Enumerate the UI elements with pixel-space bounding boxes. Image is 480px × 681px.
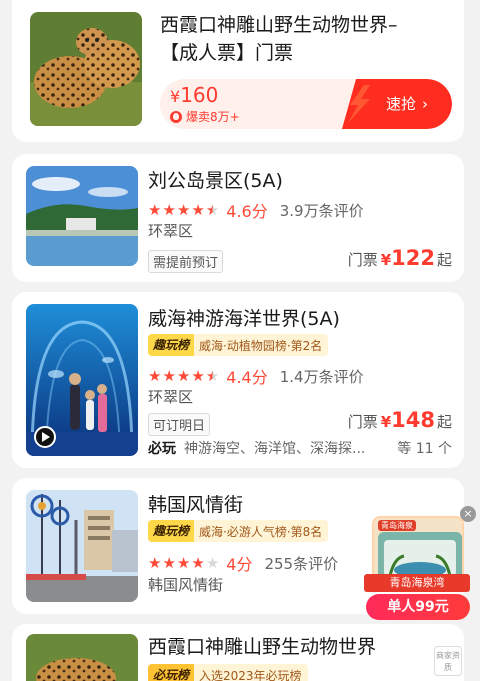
- rating-score: 4.6分: [226, 202, 268, 221]
- liugong-island-thumbnail: [26, 166, 138, 266]
- rank-text: 威海·动植物园榜·第2名: [199, 338, 323, 353]
- ad-name-banner: 青岛海泉湾: [364, 574, 470, 592]
- rank-badge[interactable]: 趣玩榜 威海·必游人气榜·第8名: [148, 520, 329, 542]
- listing-card[interactable]: 威海神游海洋世界(5A) 趣玩榜 威海·动植物园榜·第2名 ★ ★ ★ ★ ★ 4.4分…: [12, 292, 464, 468]
- star-half-icon: ★: [205, 366, 220, 385]
- leopard-thumbnail: [30, 12, 142, 126]
- buy-bar[interactable]: ¥160 爆卖8万+ 速抢 ›: [160, 79, 452, 129]
- rank-text: 入选2023年必玩榜: [199, 668, 302, 681]
- korean-street-thumbnail: [26, 490, 138, 602]
- sold-text: 爆卖8万+: [186, 110, 240, 124]
- district: 韩国风情街: [148, 576, 224, 594]
- star-icon: ★: [148, 200, 162, 219]
- rank-badge[interactable]: 趣玩榜 威海·动植物园榜·第2名: [148, 334, 329, 356]
- featured-title-line1: 西霞口神雕山野生动物世界–: [160, 14, 398, 36]
- star-half-icon: ★: [205, 200, 220, 219]
- rating-score: 4.4分: [226, 368, 268, 387]
- featured-ticket-card[interactable]: 西霞口神雕山野生动物世界– 【成人票】门票 ¥160 爆卖8万+ 速抢 ›: [12, 0, 464, 142]
- price-block: ¥160: [170, 83, 218, 107]
- rush-buy-label: 速抢: [385, 95, 416, 113]
- rush-buy-button[interactable]: 速抢 ›: [386, 93, 428, 114]
- review-count: 255条评价: [264, 554, 339, 573]
- listing-title[interactable]: 韩国风情街: [148, 490, 243, 517]
- ocean-world-thumbnail[interactable]: [26, 304, 138, 456]
- fire-icon: [170, 110, 182, 123]
- star-empty-icon: ★: [205, 553, 220, 572]
- price-currency: ¥: [170, 87, 181, 106]
- price-suffix: 起: [436, 413, 452, 431]
- price-label: 门票: [347, 251, 378, 269]
- price-value: 148: [391, 408, 435, 432]
- price-line: 门票 ¥ 148 起: [348, 408, 452, 432]
- rank-badge-label: 趣玩榜: [148, 334, 195, 356]
- booking-tag: 需提前预订: [148, 250, 224, 273]
- price-currency: ¥: [380, 413, 392, 431]
- play-video-icon[interactable]: [34, 426, 56, 448]
- listing-title[interactable]: 西霞口神雕山野生动物世界: [148, 632, 376, 659]
- price-label: 门票: [347, 413, 378, 431]
- listing-card[interactable]: 刘公岛景区(5A) ★ ★ ★ ★ ★ 4.6分 3.9万条评价 环翠区 需提前预订 门…: [12, 154, 464, 282]
- listing-title[interactable]: 刘公岛景区(5A): [148, 166, 283, 193]
- review-count: 3.9万条评价: [279, 201, 364, 220]
- rank-badge-label: 必玩榜: [148, 664, 195, 681]
- district: 环翠区: [148, 388, 194, 406]
- merchant-qualification-button[interactable]: 商家资质: [434, 646, 462, 676]
- star-icon: ★: [191, 366, 205, 385]
- must-play-items: 神游海空、海洋馆、深海探...: [184, 441, 366, 457]
- chevron-right-icon: ›: [422, 94, 428, 113]
- must-play-row[interactable]: 必玩 神游海空、海洋馆、深海探... 等 11 个: [148, 438, 452, 458]
- rank-badge[interactable]: 必玩榜 入选2023年必玩榜: [148, 664, 308, 681]
- leopard-thumbnail: [26, 634, 138, 681]
- rank-badge-label: 趣玩榜: [148, 520, 195, 542]
- ad-offer-button[interactable]: 单人99元: [366, 594, 470, 620]
- star-icon: ★: [176, 366, 191, 385]
- sold-count: 爆卖8万+: [170, 108, 240, 125]
- rank-text: 威海·必游人气榜·第8名: [199, 524, 323, 539]
- listing-title[interactable]: 威海神游海洋世界(5A): [148, 304, 340, 331]
- listing-card[interactable]: 西霞口神雕山野生动物世界 必玩榜 入选2023年必玩榜: [12, 624, 464, 681]
- rating-stars: ★ ★ ★ ★ ★ 4.6分 3.9万条评价: [148, 198, 364, 222]
- rating-score: 4分: [226, 555, 253, 574]
- star-icon: ★: [162, 553, 176, 572]
- star-icon: ★: [176, 553, 191, 572]
- featured-price: 160: [180, 83, 219, 107]
- price-suffix: 起: [436, 251, 452, 269]
- star-icon: ★: [148, 366, 162, 385]
- star-icon: ★: [162, 200, 176, 219]
- star-icon: ★: [191, 200, 205, 219]
- star-icon: ★: [148, 553, 162, 572]
- price-line: 门票 ¥ 122 起: [348, 246, 452, 270]
- price-currency: ¥: [380, 251, 392, 269]
- must-play-count: 等 11 个: [397, 441, 452, 457]
- star-icon: ★: [162, 366, 176, 385]
- featured-title-line2: 【成人票】门票: [160, 42, 294, 64]
- star-icon: ★: [191, 553, 205, 572]
- rating-stars: ★ ★ ★ ★ ★ 4.4分 1.4万条评价: [148, 364, 364, 388]
- rating-stars: ★ ★ ★ ★ ★ 4分 255条评价: [148, 551, 338, 575]
- review-count: 1.4万条评价: [279, 367, 364, 386]
- district: 环翠区: [148, 222, 194, 240]
- ad-top-label: 青岛海泉: [378, 520, 416, 531]
- merchant-qualification-label: 商家资质: [436, 651, 460, 672]
- booking-tag: 可订明日: [148, 413, 211, 436]
- must-play-label: 必玩: [148, 441, 176, 457]
- floating-ad[interactable]: × 青岛海泉 青岛海泉湾 单人99元: [364, 506, 476, 622]
- price-value: 122: [391, 246, 435, 270]
- star-icon: ★: [176, 200, 191, 219]
